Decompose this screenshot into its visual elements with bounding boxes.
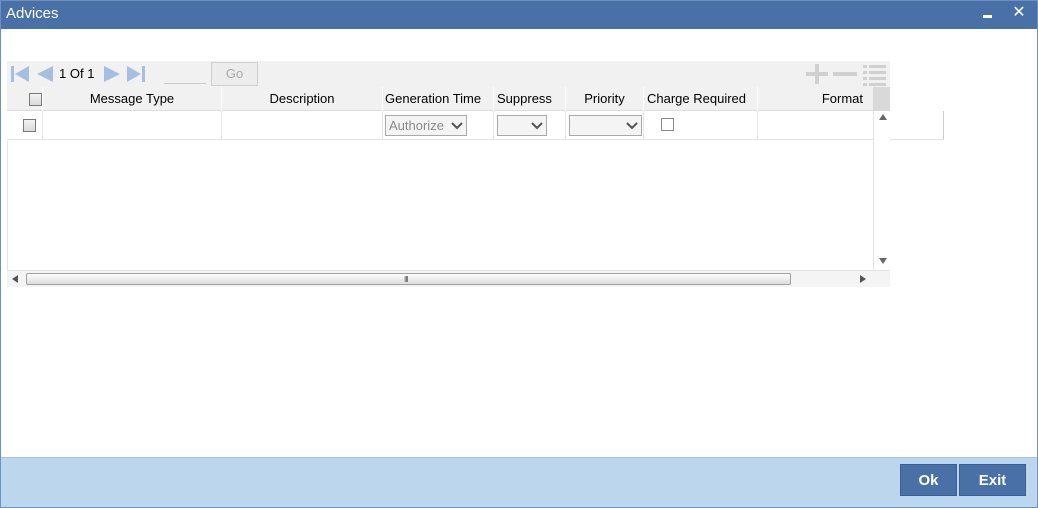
chevron-down-icon (451, 122, 463, 130)
advices-grid: 1 Of 1 Go Message Type Description Gener… (7, 61, 944, 287)
scroll-left-icon[interactable] (12, 275, 18, 283)
column-header-format[interactable]: Format (758, 87, 873, 111)
select-all-checkbox[interactable] (29, 93, 42, 106)
next-page-icon[interactable] (102, 64, 124, 84)
total-pages: 1 (87, 66, 95, 81)
scroll-down-icon[interactable] (879, 258, 887, 264)
grid-toolbar: 1 Of 1 Go (7, 61, 890, 87)
header-scroll-corner (873, 87, 890, 111)
exit-button[interactable]: Exit (959, 464, 1026, 496)
column-header-message-type[interactable]: Message Type (43, 87, 222, 111)
priority-cell (566, 111, 644, 140)
list-icon[interactable] (863, 64, 887, 89)
column-header-charge-required[interactable]: Charge Required (644, 87, 758, 111)
charge-required-cell (644, 111, 758, 140)
window-title: Advices (6, 5, 59, 22)
description-cell[interactable] (222, 111, 383, 140)
close-icon[interactable]: ✕ (1009, 3, 1029, 23)
column-header-suppress[interactable]: Suppress (494, 87, 566, 111)
row-select-checkbox[interactable] (23, 119, 36, 132)
first-page-icon[interactable] (9, 64, 31, 84)
dialog-footer: Ok Exit (1, 457, 1037, 507)
message-type-cell[interactable] (43, 111, 222, 140)
plus-icon[interactable] (804, 64, 830, 87)
last-page-icon[interactable] (125, 64, 149, 84)
scroll-grip: III (404, 275, 409, 284)
go-button[interactable]: Go (211, 62, 258, 86)
column-header-priority[interactable]: Priority (566, 87, 644, 111)
minus-icon[interactable] (832, 64, 858, 87)
column-header-description[interactable]: Description (222, 87, 383, 111)
generation-time-select[interactable]: Authorize (385, 115, 467, 136)
table-row: Authorize (7, 111, 873, 140)
suppress-select[interactable] (497, 115, 547, 136)
vertical-scrollbar[interactable] (873, 111, 890, 270)
generation-time-cell: Authorize (383, 111, 494, 140)
scroll-right-icon[interactable] (860, 275, 866, 283)
of-label: Of (69, 66, 84, 81)
scroll-thumb[interactable]: III (26, 273, 791, 285)
column-header-generation-time[interactable]: Generation Time (383, 87, 494, 111)
advices-dialog: Advices ✕ 1 Of 1 Go Message Type Descrip… (0, 0, 1038, 508)
table-body-empty (7, 141, 873, 270)
chevron-down-icon (626, 122, 638, 130)
format-cell[interactable] (758, 111, 873, 140)
horizontal-scrollbar[interactable]: III (7, 270, 890, 287)
scroll-up-icon[interactable] (879, 114, 887, 120)
minimize-icon[interactable] (977, 3, 997, 23)
table-header: Message Type Description Generation Time… (7, 87, 873, 111)
previous-page-icon[interactable] (33, 64, 55, 84)
page-indicator: 1 Of 1 (59, 66, 94, 81)
current-page: 1 (59, 66, 67, 81)
priority-select[interactable] (569, 115, 642, 136)
generation-time-value: Authorize (389, 118, 444, 133)
chevron-down-icon (531, 122, 543, 130)
ok-button[interactable]: Ok (900, 464, 957, 496)
row-select-cell (7, 111, 43, 140)
page-number-input[interactable] (164, 66, 206, 84)
title-bar: Advices ✕ (1, 1, 1037, 29)
charge-required-checkbox[interactable] (661, 118, 674, 131)
suppress-cell (494, 111, 566, 140)
overflow-cell (890, 111, 944, 140)
header-select-all-cell (7, 87, 43, 111)
